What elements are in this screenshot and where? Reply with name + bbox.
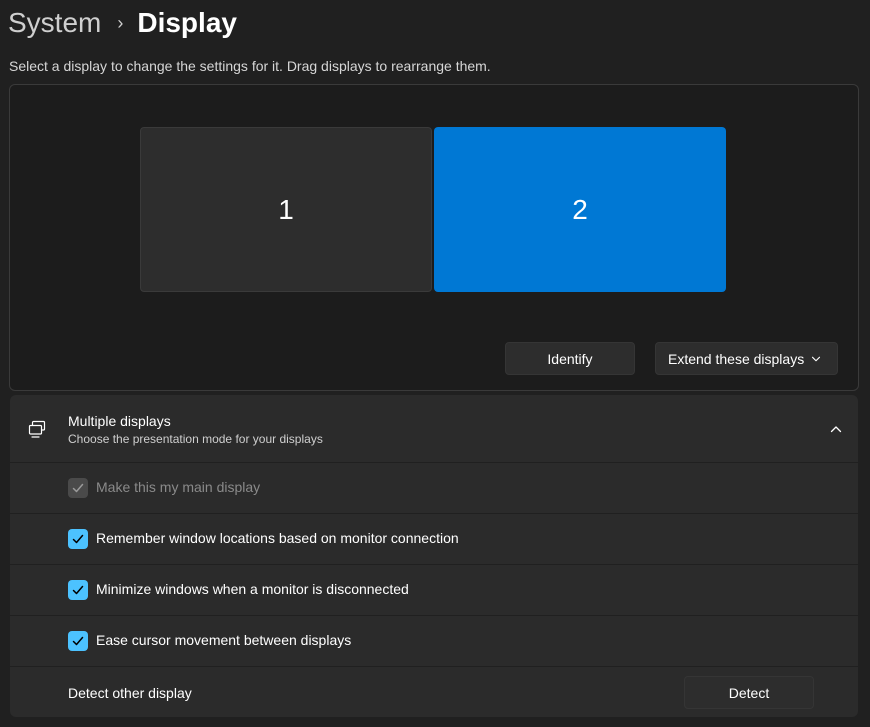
multiple-displays-subtitle: Choose the presentation mode for your di… (68, 432, 323, 446)
detect-button[interactable]: Detect (684, 676, 814, 709)
identify-button[interactable]: Identify (505, 342, 635, 375)
chevron-right-icon: › (117, 12, 124, 33)
display-arrangement-panel: 1 2 Identify Extend these displays (9, 84, 859, 391)
display-mode-value: Extend these displays (668, 350, 805, 367)
checkmark-icon (72, 534, 84, 544)
chevron-up-icon[interactable] (828, 421, 844, 437)
minimize-windows-checkbox[interactable] (68, 580, 88, 600)
remember-locations-label: Remember window locations based on monit… (96, 530, 459, 546)
checkmark-icon (72, 636, 84, 646)
checkmark-icon (72, 585, 84, 595)
option-row-remember-locations: Remember window locations based on monit… (10, 514, 858, 564)
option-row-ease-cursor: Ease cursor movement between displays (10, 616, 858, 666)
chevron-down-icon (811, 356, 821, 361)
ease-cursor-label: Ease cursor movement between displays (96, 632, 352, 648)
display-2-tile[interactable]: 2 (434, 127, 726, 292)
breadcrumb: System › Display (8, 4, 237, 42)
detect-display-row: Detect other display Detect (10, 667, 858, 717)
main-display-label: Make this my main display (96, 479, 261, 495)
option-row-main-display: Make this my main display (10, 463, 858, 513)
main-display-checkbox (68, 478, 88, 498)
multiple-displays-header[interactable]: Multiple displays Choose the presentatio… (10, 395, 858, 462)
multiple-displays-icon (28, 420, 46, 438)
remember-locations-checkbox[interactable] (68, 529, 88, 549)
breadcrumb-system-link[interactable]: System (8, 7, 101, 39)
display-1-tile[interactable]: 1 (140, 127, 432, 292)
multiple-displays-title: Multiple displays (68, 413, 171, 429)
page-title: Display (137, 7, 237, 38)
option-row-minimize-windows: Minimize windows when a monitor is disco… (10, 565, 858, 615)
instructions-text: Select a display to change the settings … (9, 58, 491, 74)
detect-display-label: Detect other display (68, 685, 192, 701)
minimize-windows-label: Minimize windows when a monitor is disco… (96, 581, 409, 597)
ease-cursor-checkbox[interactable] (68, 631, 88, 651)
display-mode-dropdown[interactable]: Extend these displays (655, 342, 838, 375)
checkmark-icon (72, 483, 84, 493)
